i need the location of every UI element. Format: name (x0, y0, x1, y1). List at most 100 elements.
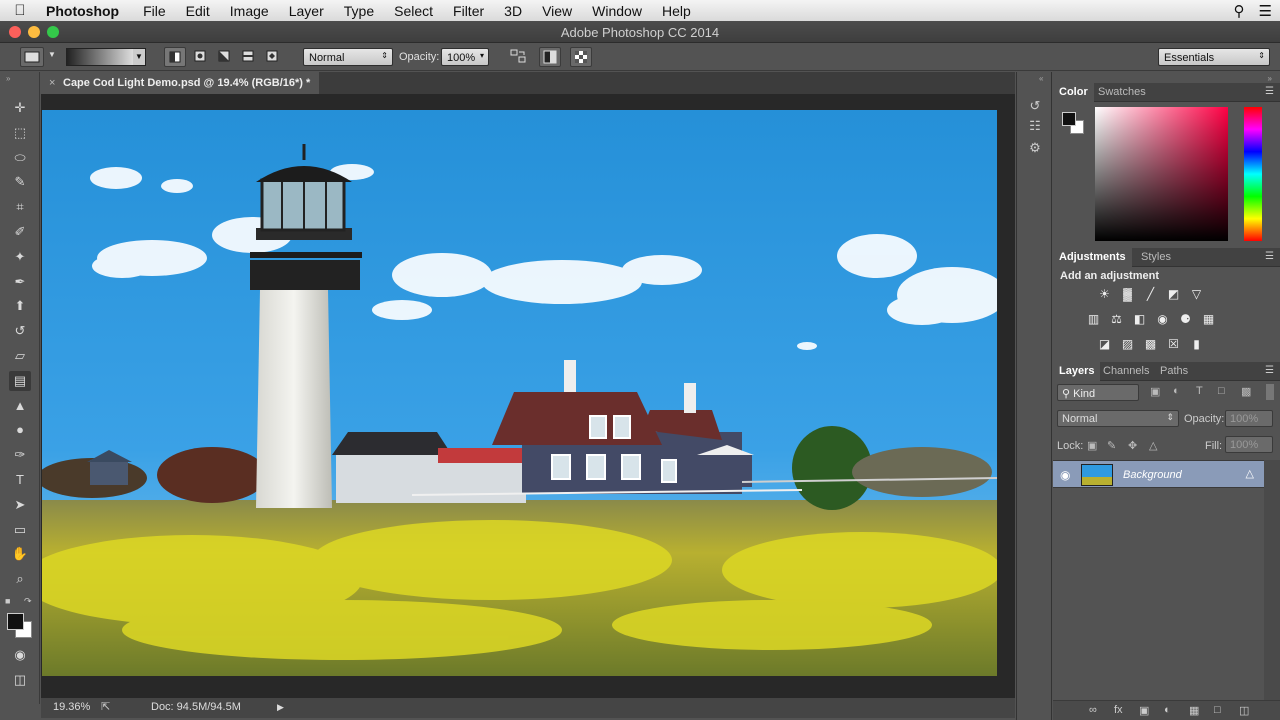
threshold-icon[interactable]: ▩ (1143, 338, 1158, 351)
layer-blend-mode-select[interactable]: Normal ⇕ (1057, 410, 1179, 427)
lock-all-icon[interactable]: △ (1149, 439, 1157, 452)
angle-gradient-button[interactable] (214, 47, 234, 67)
menu-view[interactable]: View (532, 3, 582, 19)
properties-icon[interactable]: ☷ (1025, 118, 1045, 136)
layer-opacity-input[interactable]: 100% (1225, 410, 1273, 427)
layers-scrollbar[interactable] (1264, 460, 1280, 700)
menu-select[interactable]: Select (384, 3, 443, 19)
color-field[interactable] (1095, 107, 1228, 241)
radial-gradient-button[interactable] (190, 47, 210, 67)
filter-toggle[interactable] (1266, 384, 1274, 400)
crop-tool-icon[interactable]: ⌗ (9, 197, 31, 217)
close-document-icon[interactable]: × (49, 77, 55, 89)
layer-filter-select[interactable]: ⚲ Kind (1057, 384, 1139, 401)
eye-visibility-icon[interactable]: ◉ (1060, 468, 1070, 482)
delete-layer-icon[interactable]: ◫ (1239, 704, 1249, 717)
dither-toggle[interactable] (539, 47, 561, 67)
path-selection-tool-icon[interactable]: ➤ (9, 495, 31, 515)
hue-saturation-icon[interactable]: ▥ (1086, 313, 1101, 326)
diamond-gradient-button[interactable] (262, 47, 282, 67)
link-layers-icon[interactable]: ∞ (1089, 704, 1097, 716)
tab-swatches[interactable]: Swatches (1092, 83, 1152, 102)
brightness-contrast-icon[interactable]: ☀ (1097, 288, 1112, 301)
exposure-icon[interactable]: ◩ (1166, 288, 1181, 301)
chevron-down-icon[interactable]: ▼ (48, 50, 56, 70)
workspace-switcher[interactable]: Essentials ⇕ (1158, 48, 1270, 66)
panel-menu-icon[interactable]: ☰ (1265, 86, 1274, 97)
gradient-tool-icon[interactable]: ▤ (9, 370, 31, 391)
add-mask-icon[interactable]: ▣ (1139, 704, 1149, 717)
document-image[interactable] (42, 110, 997, 676)
color-panel-foreground-swatch[interactable] (1062, 112, 1076, 126)
collapse-panel-icon[interactable]: » (6, 74, 10, 83)
collapse-panel-icon[interactable]: » (1268, 74, 1272, 83)
menu-3d[interactable]: 3D (494, 3, 532, 19)
rectangle-tool-icon[interactable]: ▭ (9, 520, 31, 540)
quick-selection-tool-icon[interactable]: ✎ (9, 172, 31, 192)
canvas-area[interactable] (41, 94, 1015, 698)
color-balance-icon[interactable]: ⚖ (1109, 313, 1124, 326)
spotlight-search-icon[interactable]: ⚲ (1234, 2, 1245, 20)
layer-name[interactable]: Background (1123, 469, 1182, 481)
gradient-picker[interactable]: ▼ (66, 48, 146, 66)
pixel-filter-icon[interactable]: ▣ (1150, 385, 1160, 398)
menu-edit[interactable]: Edit (176, 3, 220, 19)
brush-tool-icon[interactable]: ✒ (9, 272, 31, 292)
foreground-color-swatch[interactable] (7, 613, 24, 630)
menu-app-name[interactable]: Photoshop (40, 3, 133, 19)
info-icon[interactable]: ⚙ (1025, 140, 1045, 158)
opacity-input[interactable]: 100% ▾ (441, 48, 489, 66)
lock-position-icon[interactable]: ✥ (1128, 439, 1137, 452)
history-brush-tool-icon[interactable]: ↺ (9, 321, 31, 341)
adjustment-filter-icon[interactable]: ◐ (1173, 385, 1180, 397)
menu-file[interactable]: File (133, 3, 176, 19)
history-icon[interactable]: ↺ (1025, 98, 1045, 116)
lasso-tool-icon[interactable]: ⬭ (9, 148, 31, 168)
vibrance-icon[interactable]: ▽ (1189, 288, 1204, 301)
levels-icon[interactable]: ▓ (1120, 288, 1135, 301)
dodge-tool-icon[interactable]: ● (9, 420, 31, 440)
tab-adjustments[interactable]: Adjustments (1053, 248, 1132, 267)
zoom-level[interactable]: 19.36% (53, 701, 90, 713)
linear-gradient-button[interactable] (164, 47, 186, 67)
screen-mode-icon[interactable]: ◫ (9, 670, 31, 690)
share-icon[interactable]: ⇱ (101, 700, 110, 713)
menu-layer[interactable]: Layer (279, 3, 334, 19)
menu-help[interactable]: Help (652, 3, 701, 19)
quick-mask-icon[interactable]: ◉ (9, 645, 31, 665)
lock-transparent-icon[interactable]: ▣ (1087, 439, 1097, 452)
photo-filter-icon[interactable]: ◉ (1155, 313, 1170, 326)
collapse-panel-icon[interactable]: « (1039, 74, 1043, 83)
menu-window[interactable]: Window (582, 3, 652, 19)
curves-icon[interactable]: ╱ (1143, 288, 1158, 301)
panel-menu-icon[interactable]: ☰ (1265, 251, 1274, 262)
color-lookup-icon[interactable]: ▦ (1201, 313, 1216, 326)
tab-layers[interactable]: Layers (1053, 362, 1101, 381)
fill-input[interactable]: 100% (1225, 436, 1273, 453)
document-tab[interactable]: × Cape Cod Light Demo.psd @ 19.4% (RGB/1… (41, 72, 319, 94)
default-colors-icon[interactable]: ■ (5, 596, 10, 606)
clone-stamp-tool-icon[interactable]: ⬆ (9, 296, 31, 316)
pen-tool-icon[interactable]: ✑ (9, 445, 31, 465)
new-group-icon[interactable]: ▦ (1189, 704, 1199, 717)
lock-image-icon[interactable]: ✎ (1107, 439, 1116, 452)
tab-channels[interactable]: Channels (1097, 362, 1155, 381)
blur-tool-icon[interactable]: ▲ (9, 396, 31, 416)
layer-style-icon[interactable]: fx (1114, 704, 1123, 716)
smart-object-filter-icon[interactable]: ▩ (1241, 385, 1251, 398)
type-tool-icon[interactable]: T (9, 470, 31, 490)
menu-type[interactable]: Type (334, 3, 384, 19)
type-filter-icon[interactable]: T (1196, 385, 1203, 397)
status-menu-arrow-icon[interactable]: ▶ (277, 702, 284, 713)
blend-mode-select[interactable]: Normal ⇕ (303, 48, 393, 66)
invert-icon[interactable]: ◪ (1097, 338, 1112, 351)
menu-filter[interactable]: Filter (443, 3, 494, 19)
hand-tool-icon[interactable]: ✋ (9, 544, 31, 564)
selective-color-icon[interactable]: ☒ (1166, 338, 1181, 351)
reverse-toggle[interactable] (508, 47, 528, 67)
eraser-tool-icon[interactable]: ▱ (9, 346, 31, 366)
transparency-toggle[interactable] (570, 47, 592, 67)
apple-icon[interactable]:  (0, 2, 40, 19)
notification-list-icon[interactable]: ☰ (1259, 2, 1272, 20)
gradient-map-icon[interactable]: ▮ (1189, 338, 1204, 351)
